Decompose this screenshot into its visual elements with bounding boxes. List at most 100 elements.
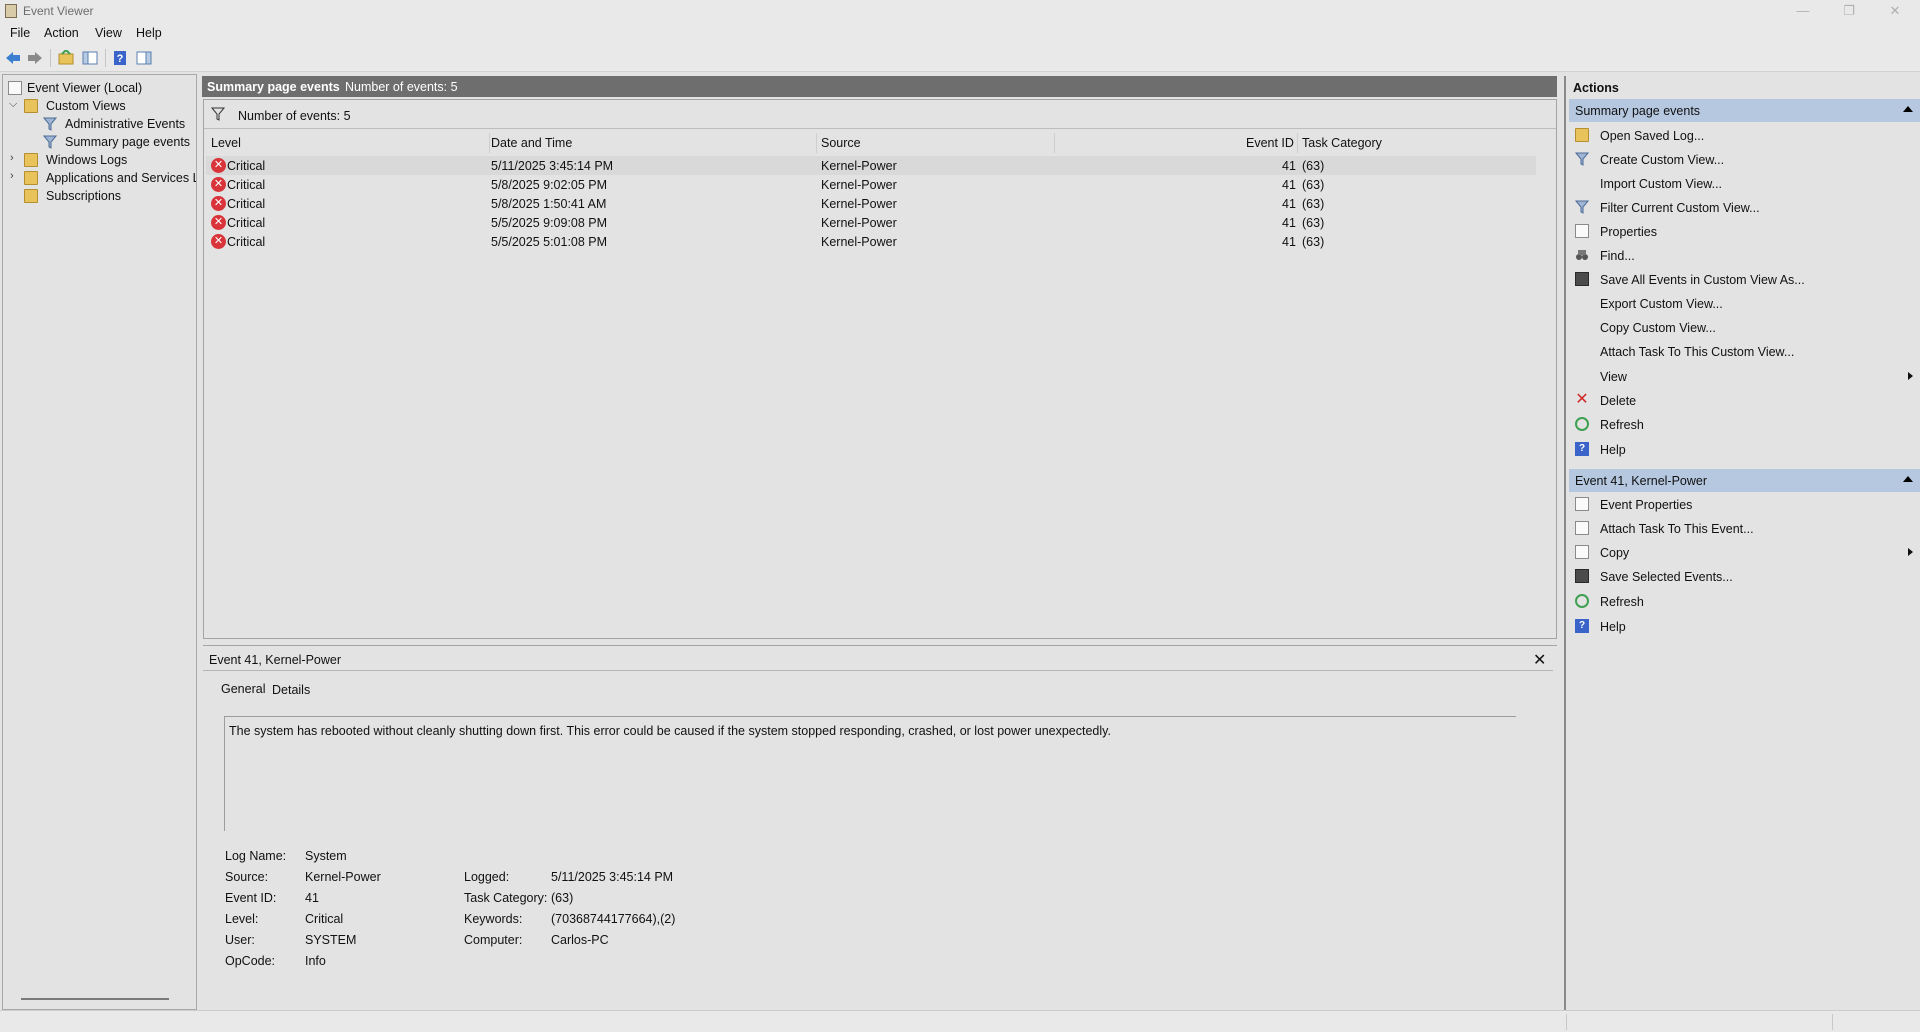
show-hide-action-pane-icon[interactable] <box>136 50 152 66</box>
action-help-event[interactable]: ? Help <box>1569 615 1920 637</box>
tree-item-applications-services[interactable]: › Applications and Services Lo <box>3 169 196 187</box>
column-divider[interactable] <box>1297 133 1298 153</box>
horizontal-scrollbar[interactable] <box>21 998 169 1000</box>
keywords-value: (70368744177664),(2) <box>551 912 676 926</box>
section-summary-page-events[interactable]: Summary page events <box>1569 99 1920 122</box>
action-refresh-event[interactable]: Refresh <box>1569 590 1920 612</box>
action-attach-task-event[interactable]: Attach Task To This Event... <box>1569 517 1920 539</box>
event-details-pane: Event 41, Kernel-Power ✕ General Details… <box>203 645 1557 1005</box>
forward-arrow-icon[interactable] <box>27 50 43 66</box>
collapse-caret-icon[interactable] <box>1903 106 1913 112</box>
show-hide-tree-icon[interactable] <box>82 50 98 66</box>
collapse-chevron-icon[interactable]: ⌵ <box>9 98 17 111</box>
action-properties[interactable]: Properties <box>1569 220 1920 242</box>
action-find[interactable]: Find... <box>1569 244 1920 266</box>
menu-view[interactable]: View <box>95 26 122 40</box>
status-divider <box>1566 1014 1567 1030</box>
tree-item-label: Windows Logs <box>46 153 128 167</box>
action-filter-current-custom-view[interactable]: Filter Current Custom View... <box>1569 196 1920 218</box>
action-refresh[interactable]: Refresh <box>1569 413 1920 435</box>
close-button[interactable]: ✕ <box>1872 0 1918 22</box>
tree-item-administrative-events[interactable]: Administrative Events <box>3 115 196 133</box>
table-row[interactable]: ✕ Critical 5/8/2025 9:02:05 PM Kernel-Po… <box>206 175 1536 194</box>
level-label: Level: <box>225 912 259 926</box>
action-export-custom-view[interactable]: Export Custom View... <box>1569 292 1920 314</box>
expand-chevron-icon[interactable]: › <box>10 152 14 164</box>
status-divider <box>1832 1014 1833 1030</box>
tree-item-summary-page-events[interactable]: Summary page events <box>3 133 196 151</box>
cell-date-time: 5/8/2025 1:50:41 AM <box>491 197 607 211</box>
cell-date-time: 5/11/2025 3:45:14 PM <box>491 159 614 173</box>
expand-chevron-icon[interactable]: › <box>10 170 14 182</box>
source-label: Source: <box>225 870 269 884</box>
properties-icon <box>1575 224 1589 238</box>
action-attach-task-custom-view[interactable]: Attach Task To This Custom View... <box>1569 340 1920 362</box>
status-bar <box>0 1010 1920 1032</box>
action-copy[interactable]: Copy <box>1569 541 1920 563</box>
table-row[interactable]: ✕ Critical 5/11/2025 3:45:14 PM Kernel-P… <box>206 156 1536 175</box>
column-header-date-time[interactable]: Date and Time <box>491 136 572 150</box>
description-box[interactable]: The system has rebooted without cleanly … <box>224 716 1516 831</box>
column-divider[interactable] <box>1054 133 1055 153</box>
level-value: Critical <box>305 912 344 926</box>
tree-item-label: Event Viewer (Local) <box>27 81 143 95</box>
refresh-icon <box>1575 417 1589 431</box>
column-header-event-id[interactable]: Event ID <box>1246 136 1294 150</box>
folder-icon <box>24 153 38 167</box>
table-row[interactable]: ✕ Critical 5/8/2025 1:50:41 AM Kernel-Po… <box>206 194 1536 213</box>
tab-details[interactable]: Details <box>272 683 310 697</box>
action-create-custom-view[interactable]: Create Custom View... <box>1569 148 1920 170</box>
minimize-button[interactable]: — <box>1780 0 1826 22</box>
cell-source: Kernel-Power <box>821 159 897 173</box>
column-header-task-category[interactable]: Task Category <box>1302 136 1382 150</box>
details-title: Event 41, Kernel-Power <box>209 653 342 667</box>
collapse-caret-icon[interactable] <box>1903 476 1913 482</box>
column-divider[interactable] <box>816 133 817 153</box>
tree-item-subscriptions[interactable]: Subscriptions <box>3 187 196 205</box>
cell-level: Critical <box>227 235 266 249</box>
tree-item-custom-views[interactable]: ⌵ Custom Views <box>3 97 196 115</box>
column-header-level[interactable]: Level <box>211 136 241 150</box>
menu-action[interactable]: Action <box>44 26 79 40</box>
menu-help[interactable]: Help <box>136 26 162 40</box>
restore-button[interactable]: ❐ <box>1826 0 1872 22</box>
tree-item-event-viewer-local[interactable]: Event Viewer (Local) <box>3 79 196 97</box>
action-save-all-events[interactable]: Save All Events in Custom View As... <box>1569 268 1920 290</box>
action-label: Delete <box>1600 394 1637 408</box>
table-row[interactable]: ✕ Critical 5/5/2025 5:01:08 PM Kernel-Po… <box>206 232 1536 251</box>
action-copy-custom-view[interactable]: Copy Custom View... <box>1569 316 1920 338</box>
menu-file[interactable]: File <box>10 26 30 40</box>
tree-item-windows-logs[interactable]: › Windows Logs <box>3 151 196 169</box>
help-icon: ? <box>1575 619 1589 633</box>
action-import-custom-view[interactable]: Import Custom View... <box>1569 172 1920 194</box>
tree-item-label: Applications and Services Lo <box>46 171 196 185</box>
column-header-source[interactable]: Source <box>821 136 861 150</box>
cell-event-id: 41 <box>1282 159 1296 173</box>
cell-source: Kernel-Power <box>821 197 897 211</box>
cell-event-id: 41 <box>1282 178 1296 192</box>
open-folder-icon <box>1575 128 1589 142</box>
close-details-icon[interactable]: ✕ <box>1533 650 1546 670</box>
action-save-selected-events[interactable]: Save Selected Events... <box>1569 565 1920 587</box>
table-row[interactable]: ✕ Critical 5/5/2025 9:09:08 PM Kernel-Po… <box>206 213 1536 232</box>
open-folder-icon[interactable] <box>58 50 74 66</box>
action-event-properties[interactable]: Event Properties <box>1569 493 1920 515</box>
cell-date-time: 5/5/2025 5:01:08 PM <box>491 235 608 249</box>
computer-label: Computer: <box>464 933 523 947</box>
cell-level: Critical <box>227 159 266 173</box>
back-arrow-icon[interactable] <box>5 50 21 66</box>
action-delete[interactable]: ✕ Delete <box>1569 389 1920 411</box>
filter-count-label: Number of events: 5 <box>238 109 351 123</box>
center-header: Summary page events Number of events: 5 <box>202 76 1557 97</box>
tab-general[interactable]: General <box>221 682 265 696</box>
action-label: Save Selected Events... <box>1600 570 1733 584</box>
folder-icon <box>24 99 38 113</box>
help-icon[interactable]: ? <box>112 50 128 66</box>
action-view[interactable]: View <box>1569 365 1920 387</box>
folder-icon <box>24 171 38 185</box>
action-help[interactable]: ? Help <box>1569 438 1920 460</box>
section-event-kernel-power[interactable]: Event 41, Kernel-Power <box>1569 469 1920 492</box>
column-divider[interactable] <box>489 133 490 153</box>
action-open-saved-log[interactable]: Open Saved Log... <box>1569 124 1920 146</box>
event-description: The system has rebooted without cleanly … <box>229 724 1111 738</box>
